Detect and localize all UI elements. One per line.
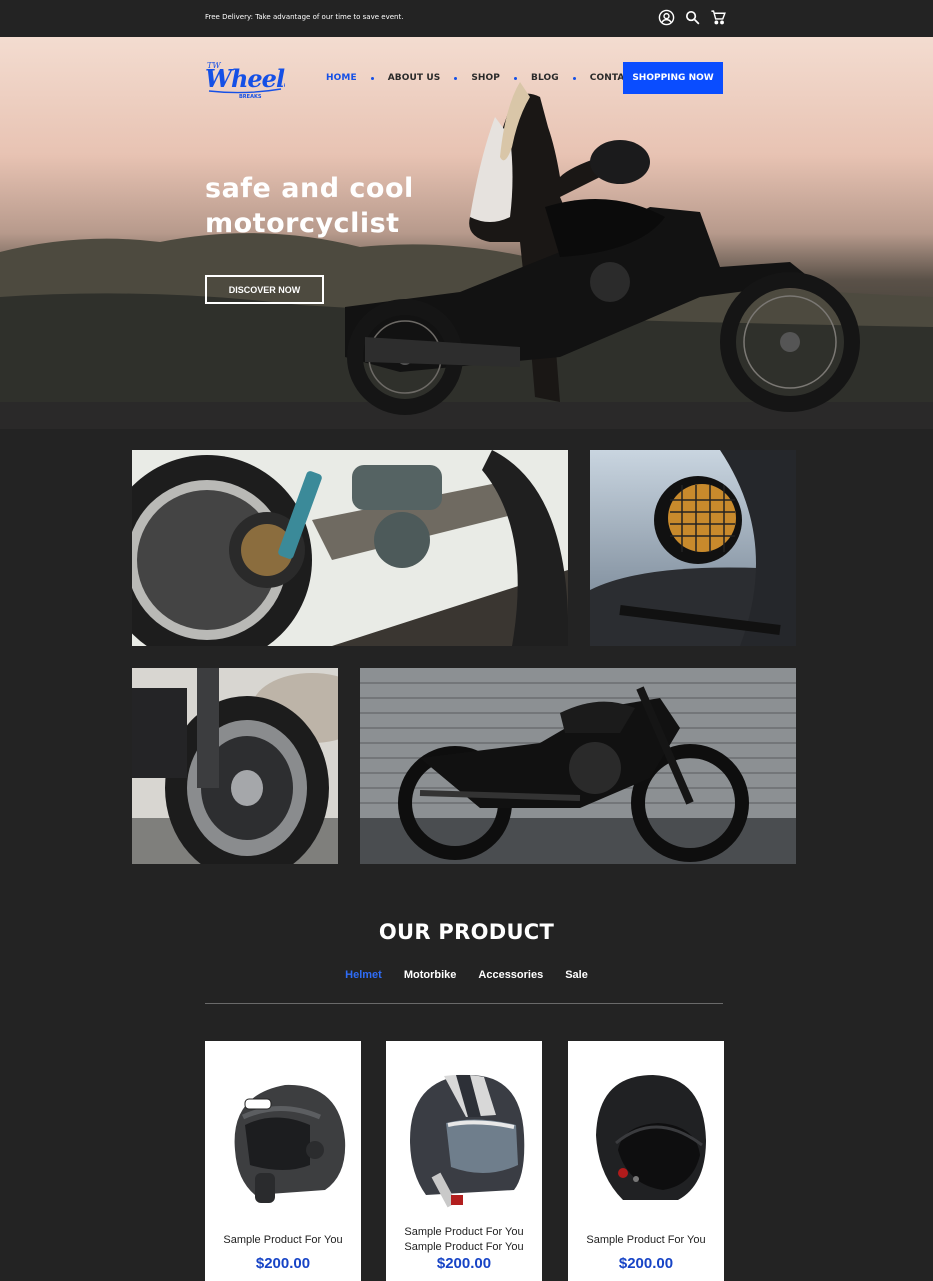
- product-name-line1: Sample Product For You: [404, 1226, 524, 1238]
- promo-text: Free Delivery: Take advantage of our tim…: [205, 13, 404, 21]
- our-product-title: OUR PRODUCT: [378, 920, 555, 944]
- shopping-now-button[interactable]: SHOPPING NOW: [623, 62, 723, 94]
- cart-icon[interactable]: [710, 9, 727, 26]
- search-icon[interactable]: [684, 9, 701, 26]
- helmet-image: [234, 1084, 346, 1203]
- gallery-image-headlight[interactable]: [590, 450, 796, 646]
- hero-title: safe and cool motorcyclist: [205, 171, 445, 241]
- nav-separator: [370, 76, 374, 80]
- product-name[interactable]: Sample Product For You: [205, 1233, 361, 1248]
- gallery-image-front-wheel[interactable]: [132, 668, 338, 864]
- svg-text:BREAKS: BREAKS: [239, 94, 262, 99]
- product-card[interactable]: Sample Product For You $200.00: [568, 1041, 724, 1281]
- front-wheel-photo: [132, 668, 338, 864]
- helmet-image: [410, 1074, 525, 1208]
- product-name-line2: Sample Product For You: [404, 1241, 524, 1253]
- top-bar: Free Delivery: Take advantage of our tim…: [0, 0, 933, 37]
- nav-separator: [514, 76, 518, 80]
- rear-wheel-chain-photo: [132, 450, 568, 646]
- tab-helmet[interactable]: Helmet: [345, 969, 382, 981]
- tab-sale[interactable]: Sale: [565, 969, 588, 981]
- wheels-logo[interactable]: TW Wheels BREAKS: [205, 57, 285, 99]
- product-price: $200.00: [436, 1255, 492, 1272]
- headlight-photo: [590, 450, 796, 646]
- account-icon[interactable]: [658, 9, 675, 26]
- hero-section: TW Wheels BREAKS HOME ABOUT US SHOP BLOG…: [0, 37, 933, 429]
- product-tabs: Helmet Motorbike Accessories Sale: [0, 969, 933, 981]
- nav-about-us[interactable]: ABOUT US: [388, 73, 441, 83]
- gallery-image-chain[interactable]: [132, 450, 568, 646]
- gallery-image-full-bike[interactable]: [360, 668, 796, 864]
- product-card[interactable]: Sample Product For You Sample Product Fo…: [386, 1041, 542, 1281]
- helmet-image: [596, 1075, 706, 1200]
- tab-motorbike[interactable]: Motorbike: [404, 969, 457, 981]
- tabs-divider: [205, 1003, 723, 1004]
- svg-text:Wheels: Wheels: [205, 64, 285, 93]
- product-price: $200.00: [618, 1255, 674, 1272]
- nav-separator: [454, 76, 458, 80]
- main-nav: HOME ABOUT US SHOP BLOG CONTACT: [326, 73, 637, 83]
- product-price: $200.00: [255, 1255, 311, 1272]
- topbar-icons: [658, 9, 727, 26]
- nav-shop[interactable]: SHOP: [471, 73, 500, 83]
- full-bike-photo: [360, 668, 796, 864]
- tab-accessories[interactable]: Accessories: [478, 969, 543, 981]
- hero-title-line1: safe and cool: [205, 173, 414, 204]
- product-card[interactable]: Sample Product For You $200.00: [205, 1041, 361, 1281]
- nav-separator: [572, 76, 576, 80]
- product-name[interactable]: Sample Product For You: [568, 1233, 724, 1248]
- nav-home[interactable]: HOME: [326, 73, 357, 83]
- product-name[interactable]: Sample Product For You Sample Product Fo…: [386, 1225, 542, 1255]
- nav-blog[interactable]: BLOG: [531, 73, 559, 83]
- hero-image: [0, 82, 933, 429]
- discover-now-button[interactable]: DISCOVER NOW: [205, 275, 324, 304]
- hero-title-line2: motorcyclist: [205, 208, 400, 239]
